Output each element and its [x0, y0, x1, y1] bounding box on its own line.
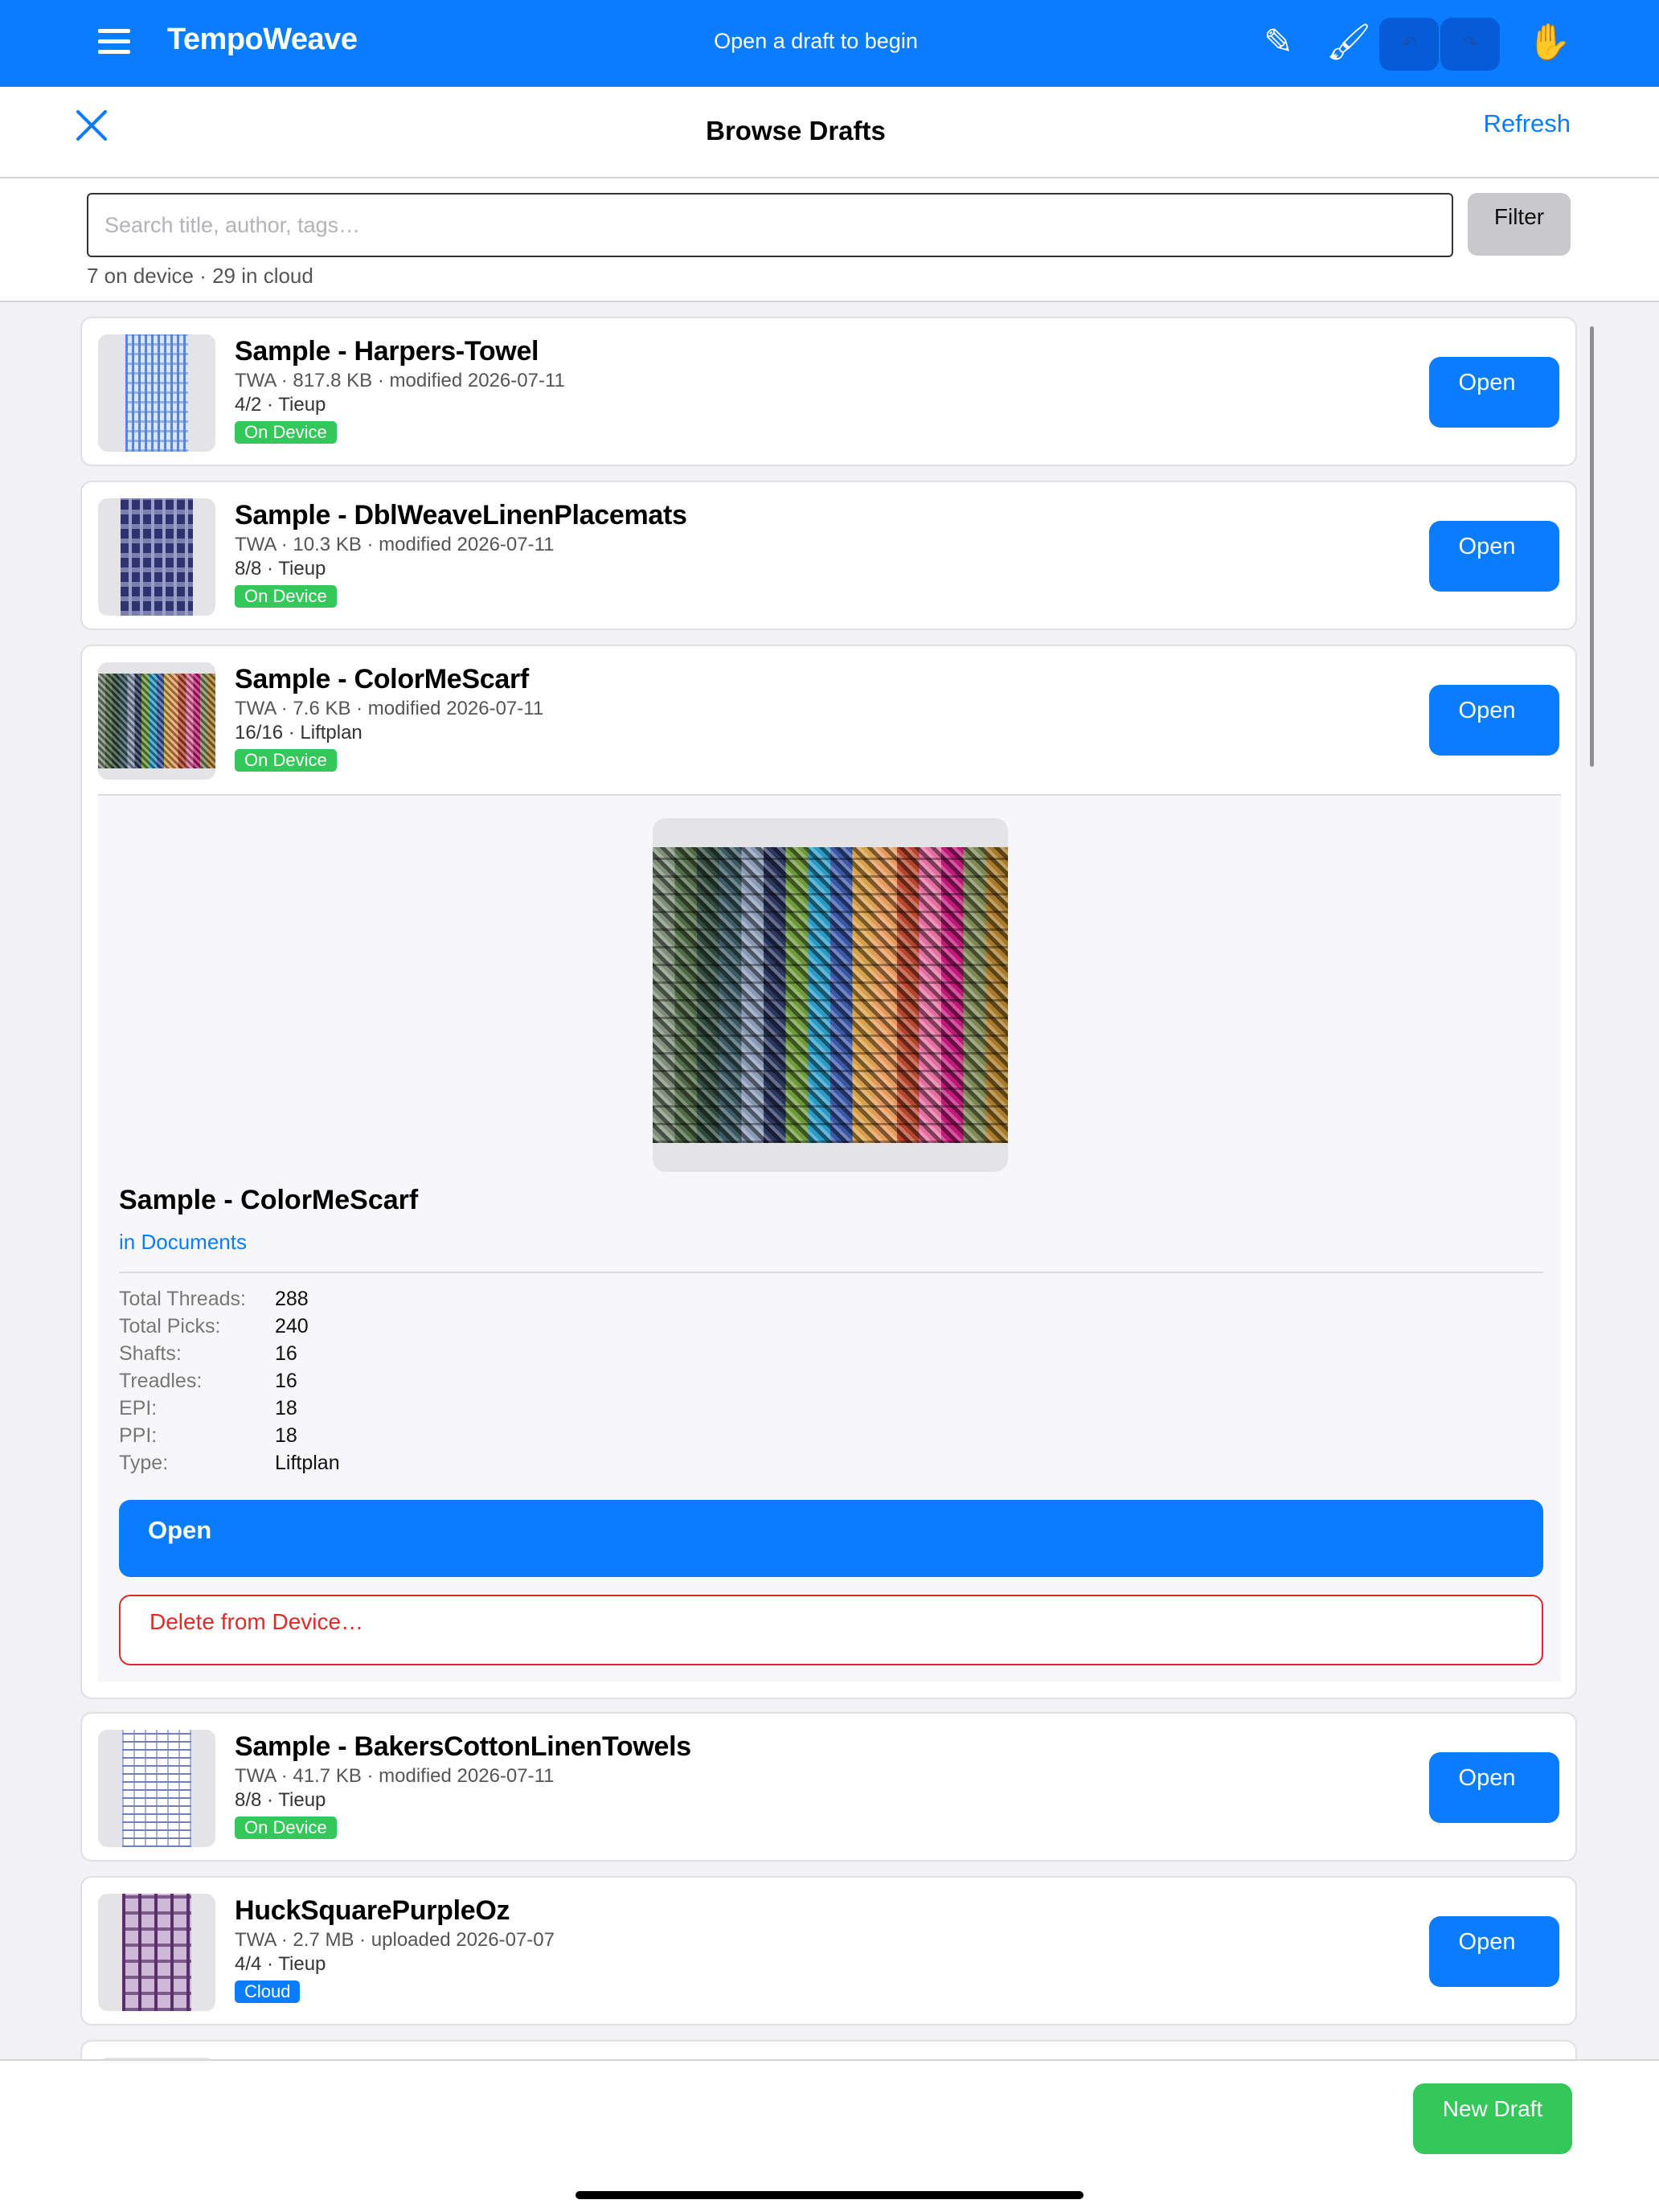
stat-label: EPI:	[119, 1397, 158, 1419]
status-badge: On Device	[235, 749, 337, 772]
delete-from-device-button[interactable]: Delete from Device…	[119, 1595, 1543, 1665]
refresh-button[interactable]: Refresh	[1483, 109, 1571, 138]
open-button[interactable]: Open	[1429, 521, 1559, 592]
draft-list-item[interactable]: Sample - Harpers-Towel TWA · 817.8 KB · …	[80, 317, 1577, 466]
draft-detail-panel: Sample - ColorMeScarf in Documents Total…	[98, 794, 1561, 1682]
draft-list-item[interactable]: Sample - DblWeaveLinenPlacemats TWA · 10…	[80, 481, 1577, 630]
status-badge: On Device	[235, 585, 337, 608]
browse-drafts-header: Browse Drafts Refresh	[0, 87, 1659, 178]
stat-row: EPI: 18	[119, 1397, 340, 1424]
draft-meta: TWA · 817.8 KB · modified 2026-07-11	[235, 370, 565, 391]
draft-structure: 8/8 · Tieup	[235, 558, 326, 580]
home-indicator	[576, 2191, 1083, 2199]
status-badge: On Device	[235, 1817, 337, 1839]
divider	[119, 1272, 1543, 1273]
stat-row: Type: Liftplan	[119, 1452, 340, 1479]
open-button[interactable]: Open	[1429, 1752, 1559, 1823]
draft-meta: TWA · 7.6 KB · modified 2026-07-11	[235, 698, 544, 719]
status-badge: On Device	[235, 421, 337, 444]
stat-label: Shafts:	[119, 1342, 182, 1365]
draft-structure: 4/2 · Tieup	[235, 394, 326, 416]
draft-counts: 7 on device · 29 in cloud	[87, 264, 313, 288]
stat-row: Total Picks: 240	[119, 1315, 340, 1342]
stat-label: Total Picks:	[119, 1315, 221, 1337]
search-bar: Filter 7 on device · 29 in cloud	[0, 178, 1659, 302]
draft-preview-image	[653, 818, 1008, 1172]
stat-row: Total Threads: 288	[119, 1288, 340, 1315]
draft-meta: TWA · 2.7 MB · uploaded 2026-07-07	[235, 1929, 555, 1951]
bottom-toolbar: New Draft	[0, 2059, 1659, 2212]
filter-button[interactable]: Filter	[1468, 193, 1571, 256]
draft-title: Sample - Harpers-Towel	[235, 336, 539, 367]
undo-icon[interactable]: ↶	[1379, 18, 1439, 71]
scrollbar[interactable]	[1590, 326, 1594, 767]
stat-label: Type:	[119, 1452, 169, 1474]
stat-value: Liftplan	[275, 1452, 340, 1474]
draft-list-item[interactable]: HuckSquarePurpleOz TWA · 2.7 MB · upload…	[80, 1876, 1577, 2026]
draft-structure: 8/8 · Tieup	[235, 1789, 326, 1811]
draft-structure: 16/16 · Liftplan	[235, 722, 363, 743]
stat-row: Shafts: 16	[119, 1342, 340, 1370]
stat-value: 18	[275, 1397, 297, 1419]
hand-pan-icon[interactable]: ✋	[1527, 23, 1571, 63]
draft-stats: Total Threads: 288 Total Picks: 240 Shafts…	[119, 1288, 340, 1479]
draft-meta: TWA · 41.7 KB · modified 2026-07-11	[235, 1765, 555, 1787]
detail-location-link[interactable]: in Documents	[119, 1230, 247, 1255]
draft-thumbnail	[98, 662, 215, 780]
redo-icon[interactable]: ↷	[1440, 18, 1500, 71]
stat-value: 288	[275, 1288, 309, 1310]
new-draft-button[interactable]: New Draft	[1413, 2083, 1572, 2154]
modal-title: Browse Drafts	[706, 116, 886, 145]
draft-title: HuckSquarePurpleOz	[235, 1895, 510, 1926]
draft-structure: 4/4 · Tieup	[235, 1953, 326, 1975]
draft-meta: TWA · 10.3 KB · modified 2026-07-11	[235, 534, 555, 555]
open-button[interactable]: Open	[1429, 685, 1559, 756]
stat-row: PPI: 18	[119, 1424, 340, 1452]
detail-open-button[interactable]: Open	[119, 1500, 1543, 1577]
stat-label: Total Threads:	[119, 1288, 246, 1310]
status-badge: Cloud	[235, 1981, 301, 2003]
draft-list-item-expanded[interactable]: Sample - ColorMeScarf TWA · 7.6 KB · mod…	[80, 645, 1577, 1699]
open-button[interactable]: Open	[1429, 357, 1559, 428]
stat-label: Treadles:	[119, 1370, 203, 1392]
draft-title: Sample - BakersCottonLinenTowels	[235, 1731, 691, 1762]
draft-thumbnail	[98, 498, 215, 616]
draft-title: Sample - DblWeaveLinenPlacemats	[235, 500, 687, 530]
stat-value: 240	[275, 1315, 309, 1337]
paintbrush-icon[interactable]: 🖌	[1326, 23, 1371, 63]
draft-thumbnail	[98, 1730, 215, 1847]
detail-title: Sample - ColorMeScarf	[119, 1185, 419, 1215]
stat-label: PPI:	[119, 1424, 158, 1447]
open-button[interactable]: Open	[1429, 1916, 1559, 1987]
stat-row: Treadles: 16	[119, 1370, 340, 1397]
stat-value: 16	[275, 1370, 297, 1392]
app-top-bar: TempoWeave Open a draft to begin ✎ 🖌 ↶ ↷…	[0, 0, 1659, 87]
stat-value: 18	[275, 1424, 297, 1447]
pencil-icon[interactable]: ✎	[1264, 23, 1293, 63]
draft-list-item[interactable]: Sample - BakersCottonLinenTowels TWA · 4…	[80, 1712, 1577, 1862]
search-input[interactable]	[87, 193, 1453, 257]
stat-value: 16	[275, 1342, 297, 1365]
draft-thumbnail	[98, 1894, 215, 2011]
draft-thumbnail	[98, 334, 215, 452]
draft-title: Sample - ColorMeScarf	[235, 664, 529, 694]
